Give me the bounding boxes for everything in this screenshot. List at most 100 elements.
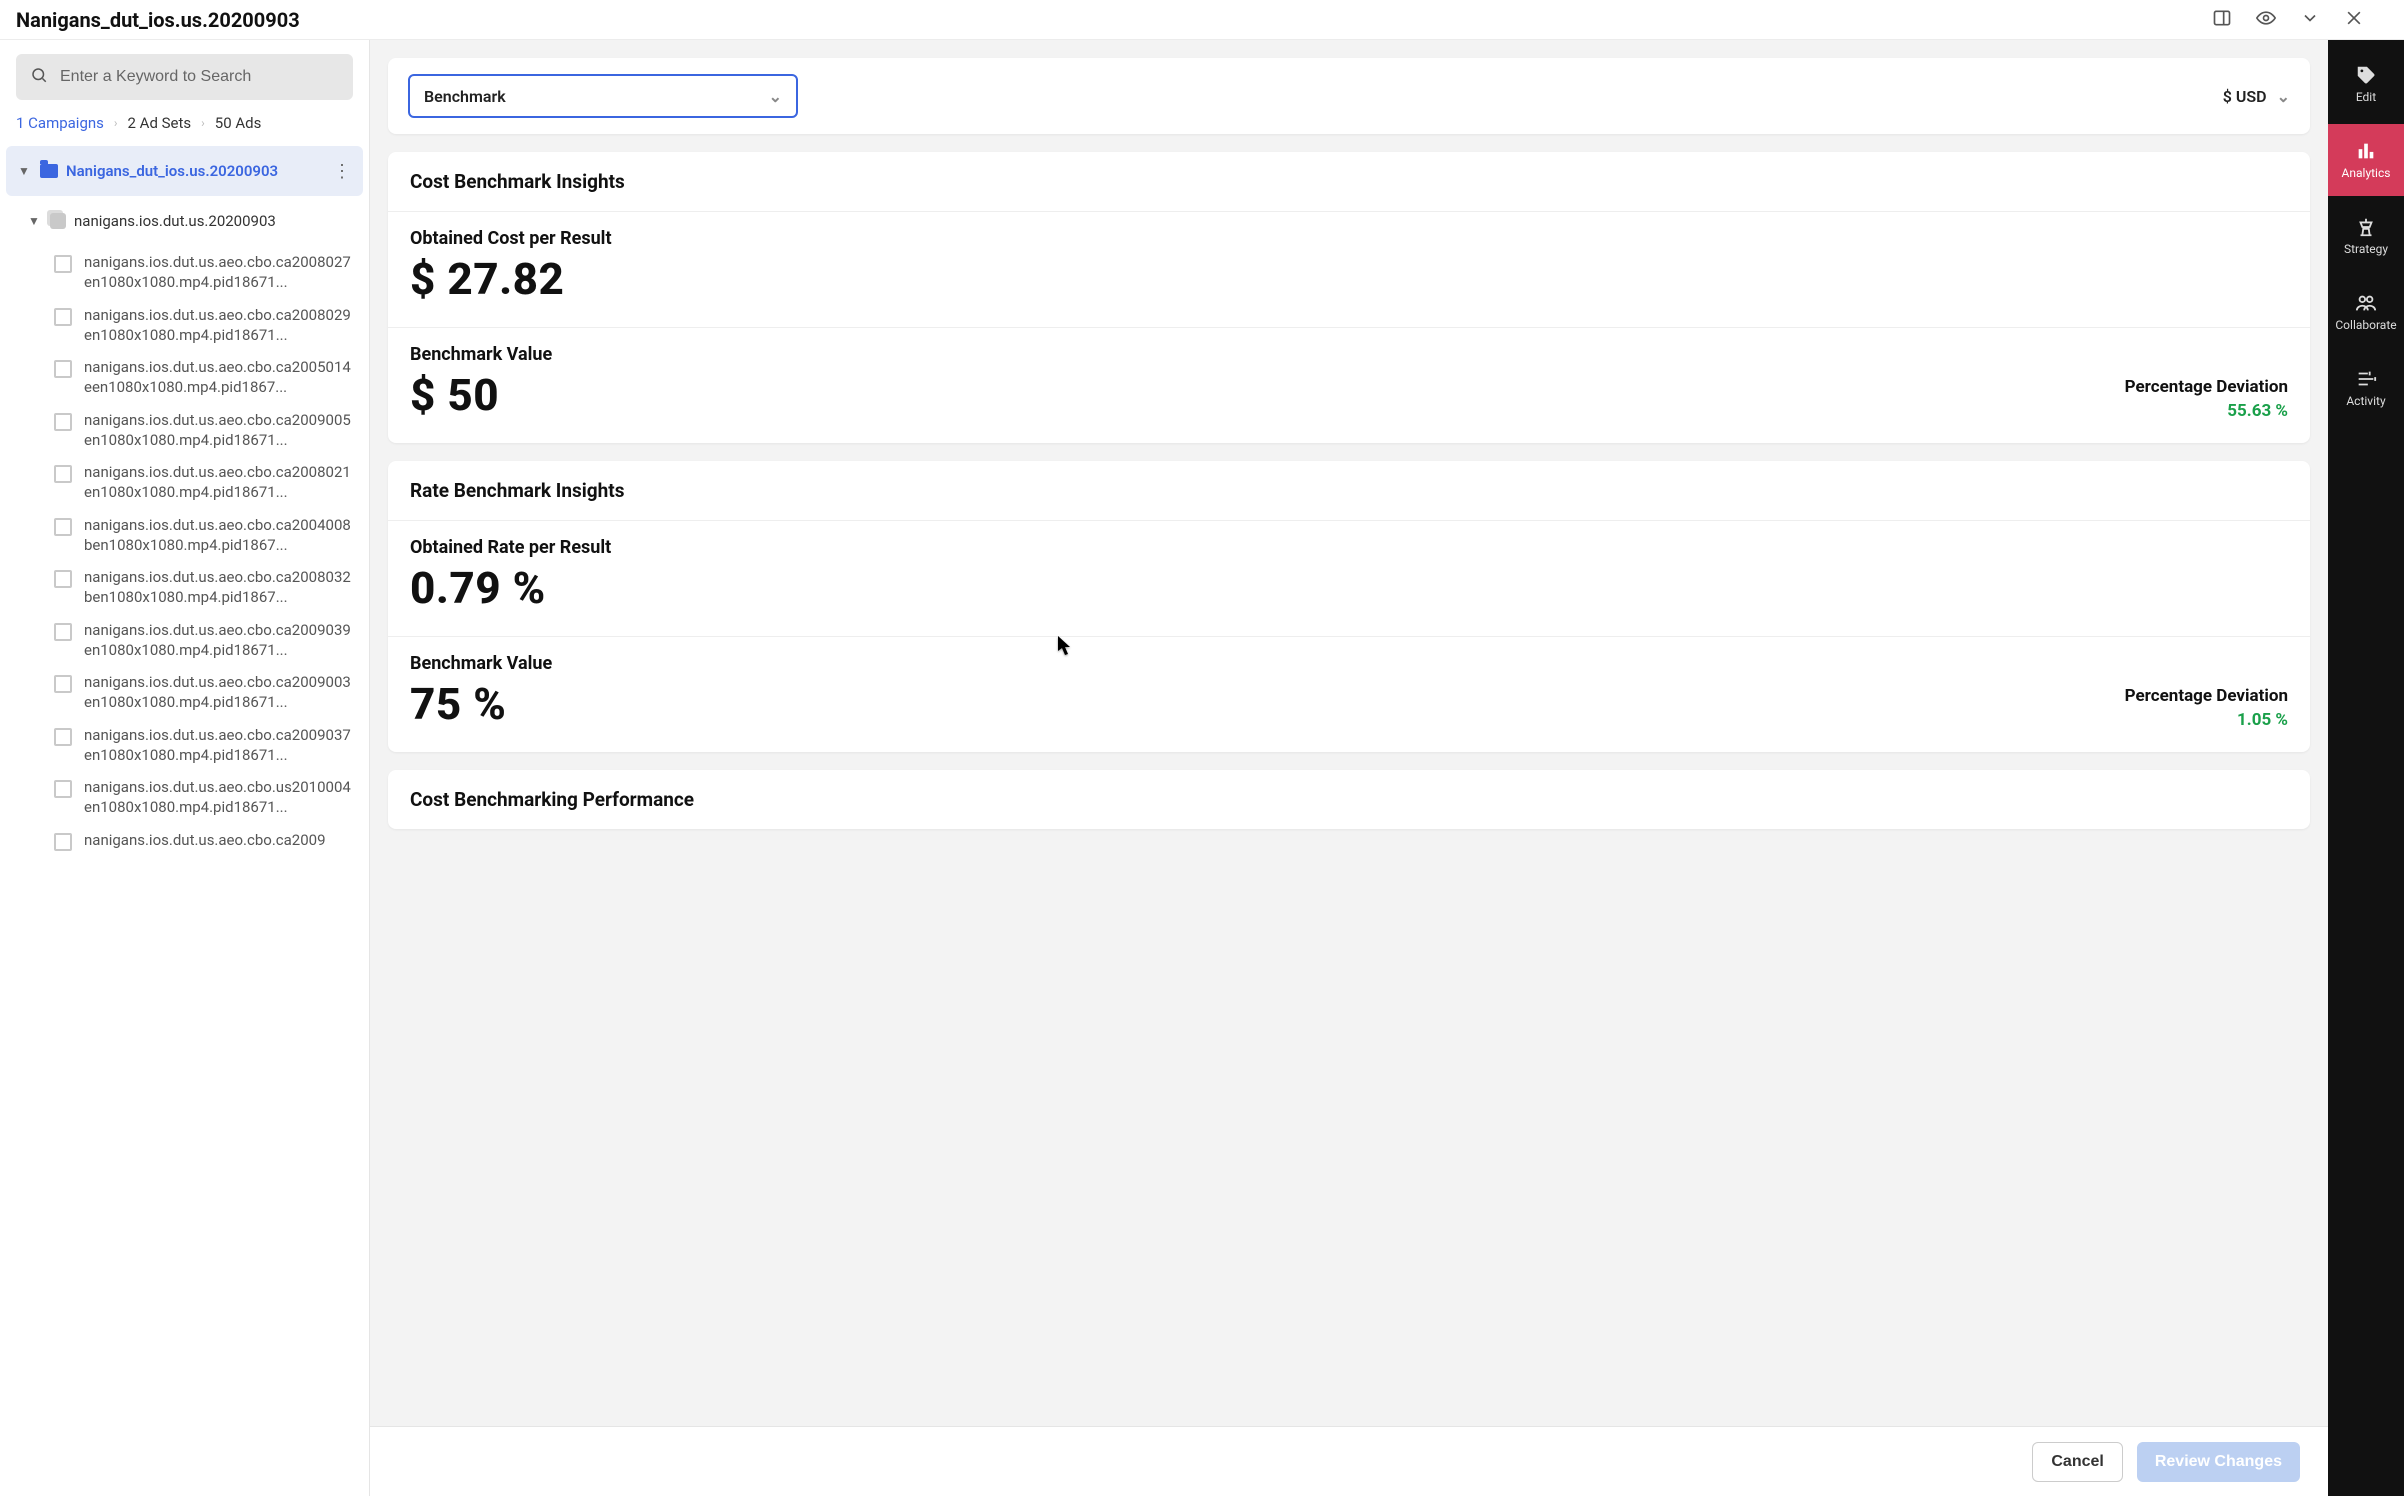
tree-ad-label: nanigans.ios.dut.us.aeo.cbo.ca2009003en1…: [84, 672, 357, 713]
obtained-cost-label: Obtained Cost per Result: [410, 228, 612, 249]
chevron-down-icon[interactable]: [2300, 8, 2320, 32]
tree-ad-label: nanigans.ios.dut.us.aeo.cbo.ca2004008ben…: [84, 515, 357, 556]
cost-perf-card: Cost Benchmarking Performance: [388, 770, 2310, 829]
controls-card: Benchmark ⌄ $ USD ⌄: [388, 58, 2310, 134]
chevron-down-icon: ⌄: [2277, 87, 2290, 106]
tree-ad-row[interactable]: nanigans.ios.dut.us.aeo.cbo.ca2008032ben…: [0, 561, 369, 614]
cost-insights-card: Cost Benchmark Insights Obtained Cost pe…: [388, 152, 2310, 443]
nav-collaborate-label: Collaborate: [2335, 318, 2396, 332]
caret-down-icon[interactable]: ▼: [28, 214, 42, 228]
obtained-rate-row: Obtained Rate per Result 0.79 %: [388, 521, 2310, 637]
cancel-button[interactable]: Cancel: [2032, 1442, 2122, 1482]
tree-ad-row[interactable]: nanigans.ios.dut.us.aeo.cbo.ca2008027en1…: [0, 246, 369, 299]
main-content: Benchmark ⌄ $ USD ⌄ Cost Benchmark Insig…: [370, 40, 2328, 1496]
ad-thumbnail-icon: [54, 728, 72, 746]
tree-ad-row[interactable]: nanigans.ios.dut.us.aeo.cbo.ca2005014een…: [0, 351, 369, 404]
sidebar: 1 Campaigns › 2 Ad Sets › 50 Ads ▼ Nanig…: [0, 40, 370, 1496]
footer-bar: Cancel Review Changes: [370, 1426, 2328, 1496]
close-icon[interactable]: [2344, 8, 2364, 32]
currency-select[interactable]: $ USD ⌄: [2223, 87, 2290, 106]
chevron-right-icon: ›: [114, 116, 118, 130]
eye-icon[interactable]: [2256, 8, 2276, 32]
tree-ad-row[interactable]: nanigans.ios.dut.us.aeo.cbo.ca2004008ben…: [0, 509, 369, 562]
ad-thumbnail-icon: [54, 413, 72, 431]
tree-ad-label: nanigans.ios.dut.us.aeo.cbo.ca2008027en1…: [84, 252, 357, 293]
page-title: Nanigans_dut_ios.us.20200903: [16, 8, 2212, 32]
tree-ad-row[interactable]: nanigans.ios.dut.us.aeo.cbo.ca2009037en1…: [0, 719, 369, 772]
currency-label: $ USD: [2223, 87, 2267, 106]
obtained-cost-row: Obtained Cost per Result $ 27.82: [388, 212, 2310, 328]
ad-thumbnail-icon: [54, 518, 72, 536]
right-nav: Edit Analytics Strategy Collaborate Acti…: [2328, 40, 2404, 1496]
adset-icon: [50, 213, 66, 229]
ad-thumbnail-icon: [54, 308, 72, 326]
obtained-cost-value: $ 27.82: [410, 253, 612, 305]
tree-ad-row[interactable]: nanigans.ios.dut.us.aeo.cbo.ca2008021en1…: [0, 456, 369, 509]
tree-campaign-row[interactable]: ▼ Nanigans_dut_ios.us.20200903 ⋮: [6, 146, 363, 196]
tree-ad-label: nanigans.ios.dut.us.aeo.cbo.ca2009039en1…: [84, 620, 357, 661]
ad-thumbnail-icon: [54, 255, 72, 273]
ad-thumbnail-icon: [54, 570, 72, 588]
nav-analytics-label: Analytics: [2342, 166, 2391, 180]
ad-thumbnail-icon: [54, 780, 72, 798]
tree-adset-label: nanigans.ios.dut.us.20200903: [74, 212, 276, 230]
tree-ad-row[interactable]: nanigans.ios.dut.us.aeo.cbo.ca2008029en1…: [0, 299, 369, 352]
search-input-wrap[interactable]: [16, 54, 353, 100]
nav-activity[interactable]: Activity: [2328, 352, 2404, 424]
benchmark-rate-row: Benchmark Value 75 % Percentage Deviatio…: [388, 637, 2310, 752]
tree-ad-label: nanigans.ios.dut.us.aeo.cbo.ca2009: [84, 830, 326, 850]
breadcrumbs: 1 Campaigns › 2 Ad Sets › 50 Ads: [0, 110, 369, 142]
benchmark-rate-label: Benchmark Value: [410, 653, 552, 674]
breadcrumb-adsets[interactable]: 2 Ad Sets: [128, 114, 192, 132]
review-changes-button[interactable]: Review Changes: [2137, 1442, 2300, 1482]
benchmark-cost-value: $ 50: [410, 369, 552, 421]
tree-ad-label: nanigans.ios.dut.us.aeo.cbo.ca2009005en1…: [84, 410, 357, 451]
cost-deviation-label: Percentage Deviation: [2125, 377, 2288, 397]
nav-strategy[interactable]: Strategy: [2328, 200, 2404, 272]
view-select-label: Benchmark: [424, 87, 506, 106]
nav-edit[interactable]: Edit: [2328, 48, 2404, 120]
nav-edit-label: Edit: [2356, 90, 2376, 104]
tree-ad-row[interactable]: nanigans.ios.dut.us.aeo.cbo.us2010004en1…: [0, 771, 369, 824]
title-actions: [2212, 8, 2388, 32]
tree-ad-label: nanigans.ios.dut.us.aeo.cbo.us2010004en1…: [84, 777, 357, 818]
ad-thumbnail-icon: [54, 623, 72, 641]
campaign-tree: ▼ Nanigans_dut_ios.us.20200903 ⋮ ▼ nanig…: [0, 142, 369, 1496]
benchmark-cost-row: Benchmark Value $ 50 Percentage Deviatio…: [388, 328, 2310, 443]
tree-ad-row[interactable]: nanigans.ios.dut.us.aeo.cbo.ca2009005en1…: [0, 404, 369, 457]
search-input[interactable]: [60, 68, 339, 86]
more-icon[interactable]: ⋮: [333, 161, 351, 182]
rate-deviation-value: 1.05 %: [2125, 710, 2288, 730]
search-icon: [30, 66, 60, 88]
caret-down-icon[interactable]: ▼: [18, 164, 32, 178]
tree-ad-label: nanigans.ios.dut.us.aeo.cbo.ca2009037en1…: [84, 725, 357, 766]
breadcrumb-ads[interactable]: 50 Ads: [215, 114, 262, 132]
breadcrumb-campaigns[interactable]: 1 Campaigns: [16, 114, 104, 132]
title-bar: Nanigans_dut_ios.us.20200903: [0, 0, 2404, 40]
tree-ad-label: nanigans.ios.dut.us.aeo.cbo.ca2008032ben…: [84, 567, 357, 608]
cost-perf-header: Cost Benchmarking Performance: [388, 770, 2310, 829]
ad-thumbnail-icon: [54, 465, 72, 483]
view-select[interactable]: Benchmark ⌄: [408, 74, 798, 118]
nav-strategy-label: Strategy: [2344, 242, 2388, 256]
tree-ad-row[interactable]: nanigans.ios.dut.us.aeo.cbo.ca2009039en1…: [0, 614, 369, 667]
benchmark-cost-label: Benchmark Value: [410, 344, 552, 365]
nav-activity-label: Activity: [2346, 394, 2385, 408]
ad-thumbnail-icon: [54, 360, 72, 378]
layout-icon[interactable]: [2212, 8, 2232, 32]
folder-icon: [40, 164, 58, 178]
tree-ad-row[interactable]: nanigans.ios.dut.us.aeo.cbo.ca2009: [0, 824, 369, 857]
nav-analytics[interactable]: Analytics: [2328, 124, 2404, 196]
tree-ad-label: nanigans.ios.dut.us.aeo.cbo.ca2005014een…: [84, 357, 357, 398]
tree-adset-row[interactable]: ▼ nanigans.ios.dut.us.20200903: [0, 196, 369, 246]
rate-insights-card: Rate Benchmark Insights Obtained Rate pe…: [388, 461, 2310, 752]
tree-ad-row[interactable]: nanigans.ios.dut.us.aeo.cbo.ca2009003en1…: [0, 666, 369, 719]
tree-ad-label: nanigans.ios.dut.us.aeo.cbo.ca2008021en1…: [84, 462, 357, 503]
rate-deviation-label: Percentage Deviation: [2125, 686, 2288, 706]
chevron-down-icon: ⌄: [769, 87, 782, 106]
nav-collaborate[interactable]: Collaborate: [2328, 276, 2404, 348]
cost-deviation-value: 55.63 %: [2125, 401, 2288, 421]
chevron-right-icon: ›: [201, 116, 205, 130]
ad-thumbnail-icon: [54, 675, 72, 693]
tree-ad-label: nanigans.ios.dut.us.aeo.cbo.ca2008029en1…: [84, 305, 357, 346]
